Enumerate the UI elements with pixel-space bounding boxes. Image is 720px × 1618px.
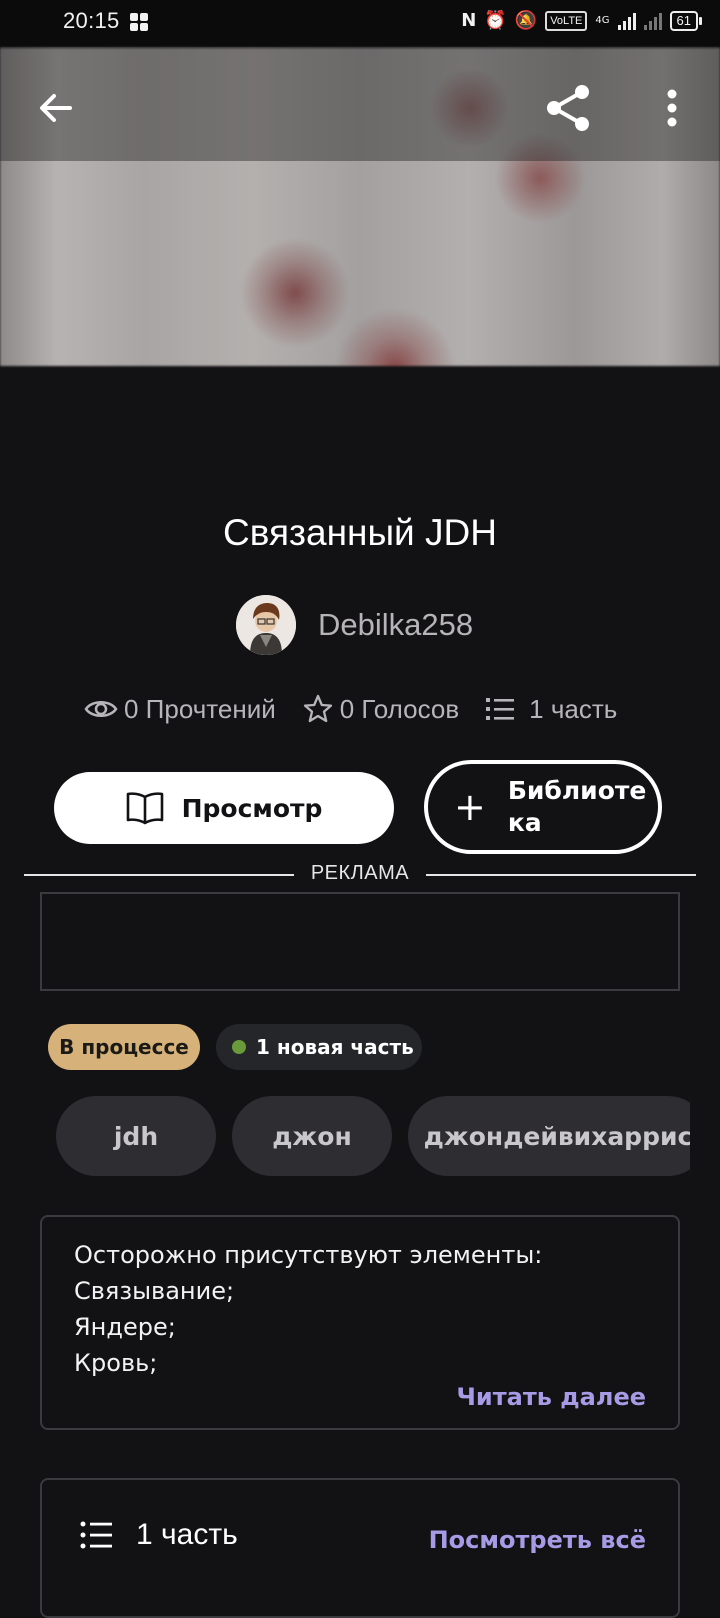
- parts-card: 1 часть Посмотреть всё: [40, 1478, 680, 1618]
- eye-icon: [84, 701, 118, 717]
- description-line: Осторожно присутствуют элементы:: [74, 1241, 543, 1269]
- status-time: 20:15: [63, 8, 120, 33]
- tag-chip[interactable]: джондейвихаррис: [408, 1096, 690, 1176]
- view-button-label: Просмотр: [181, 793, 323, 823]
- share-button[interactable]: [538, 78, 598, 138]
- mute-icon: 🔕: [514, 10, 538, 31]
- reads-stat: 0 Прочтений: [84, 694, 276, 725]
- parts-count: 1 часть: [529, 693, 618, 724]
- parts-header: 1 часть: [80, 1518, 238, 1552]
- network-type: 4G: [595, 15, 610, 26]
- share-icon: [547, 85, 589, 131]
- book-icon: [126, 792, 163, 825]
- read-more-link[interactable]: Читать далее: [457, 1383, 646, 1411]
- new-parts-badge: 1 новая часть: [216, 1024, 422, 1070]
- reads-count: 0 Прочтений: [124, 693, 276, 724]
- story-stats: 0 Прочтений 0 Голосов 1 часть: [84, 693, 617, 725]
- list-icon: [486, 698, 515, 720]
- list-icon: [80, 1521, 112, 1549]
- star-icon: [303, 694, 332, 723]
- tag-chip[interactable]: jdh: [56, 1096, 216, 1176]
- view-all-link[interactable]: Посмотреть всё: [429, 1526, 646, 1554]
- story-title: Связанный JDH: [223, 512, 497, 553]
- status-bar: 20:15 N ⏰ 🔕 VoLTE 4G 61: [0, 0, 720, 48]
- new-indicator-dot: [232, 1040, 246, 1054]
- tags-row: jdh джон джондейвихаррис: [56, 1096, 690, 1176]
- nfc-icon: N: [461, 10, 477, 31]
- back-arrow-icon: [40, 94, 72, 122]
- signal-icon: [617, 12, 636, 30]
- parts-stat: 1 часть: [485, 694, 617, 725]
- description-line: Кровь;: [74, 1349, 158, 1377]
- tag-chip[interactable]: джон: [232, 1096, 392, 1176]
- alarm-icon: ⏰: [484, 10, 507, 31]
- votes-stat: 0 Голосов: [302, 693, 459, 725]
- more-options-button[interactable]: [648, 82, 696, 134]
- author-link[interactable]: Debilka258: [236, 595, 473, 655]
- new-parts-label: 1 новая часть: [256, 1035, 414, 1059]
- avatar: [236, 595, 296, 655]
- parts-title: 1 часть: [136, 1518, 238, 1551]
- view-button[interactable]: Просмотр: [54, 772, 394, 844]
- description-line: Яндере;: [74, 1313, 176, 1341]
- plus-icon: +: [454, 785, 486, 829]
- status-icons: N ⏰ 🔕 VoLTE 4G 61: [461, 10, 702, 31]
- votes-count: 0 Голосов: [339, 693, 460, 724]
- library-button-label: Библиоте ка: [507, 776, 647, 837]
- description-line: Связывание;: [74, 1277, 235, 1305]
- signal-2-icon: [643, 12, 662, 30]
- status-badge: В процессе: [48, 1024, 200, 1070]
- ad-banner[interactable]: [40, 892, 680, 991]
- author-name: Debilka258: [318, 607, 474, 642]
- toolbar-overlay: [0, 48, 720, 161]
- description-text: Осторожно присутствуют элементы: Связыва…: [74, 1237, 542, 1381]
- battery-icon: 61: [669, 10, 702, 31]
- app-grid-icon: [130, 13, 148, 31]
- add-to-library-button[interactable]: + Библиоте ка: [424, 760, 662, 854]
- description-card: Осторожно присутствуют элементы: Связыва…: [40, 1215, 680, 1430]
- more-vertical-icon: [667, 89, 677, 127]
- ad-label: РЕКЛАМА: [310, 862, 410, 884]
- back-button[interactable]: [30, 82, 82, 134]
- battery-level: 61: [669, 10, 698, 31]
- volte-icon: VoLTE: [545, 10, 588, 31]
